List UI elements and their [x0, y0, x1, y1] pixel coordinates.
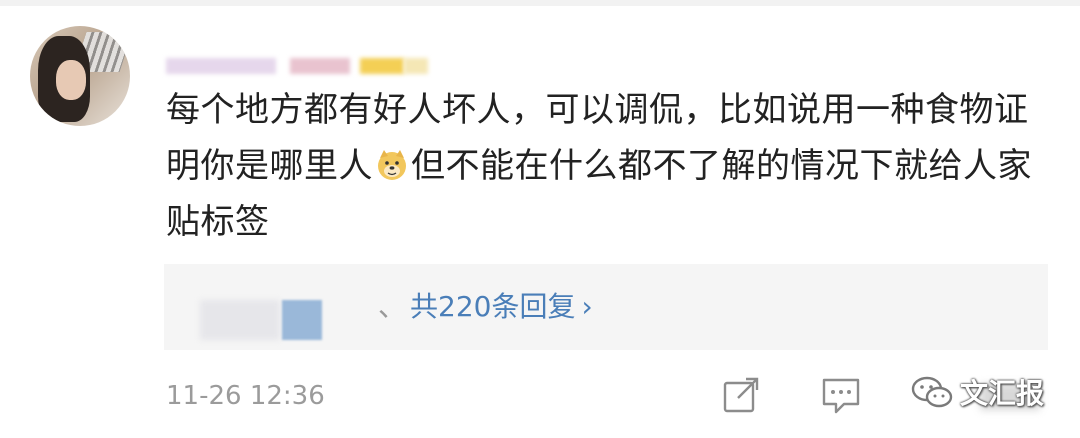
user-badge-redacted [404, 58, 428, 74]
watermark: 文汇报 [910, 372, 1044, 412]
comment-timestamp: 11-26 12:36 [166, 381, 325, 411]
view-replies-link[interactable]: 、共220条回复 › [378, 287, 593, 327]
reply-user-redacted [200, 300, 280, 340]
top-divider [0, 0, 1080, 6]
reply-user-redacted [282, 300, 322, 340]
watermark-text: 文汇报 [960, 377, 1045, 410]
comment-icon[interactable] [820, 374, 862, 416]
doge-emoji-icon [375, 143, 409, 180]
reply-separator: 、 [378, 290, 407, 323]
user-badge-redacted [290, 58, 350, 74]
username-redacted[interactable] [166, 58, 276, 74]
reply-count-label: 共220条回复 [410, 290, 576, 323]
share-icon[interactable] [720, 374, 762, 416]
avatar[interactable] [30, 26, 130, 126]
avatar-face [56, 60, 86, 100]
comment-text: 每个地方都有好人坏人，可以调侃，比如说用一种食物证明你是哪里人 但不能在什么都不了… [166, 82, 1046, 250]
wechat-icon [911, 376, 953, 408]
user-badge-redacted [360, 58, 404, 74]
chevron-right-icon: › [581, 290, 593, 323]
